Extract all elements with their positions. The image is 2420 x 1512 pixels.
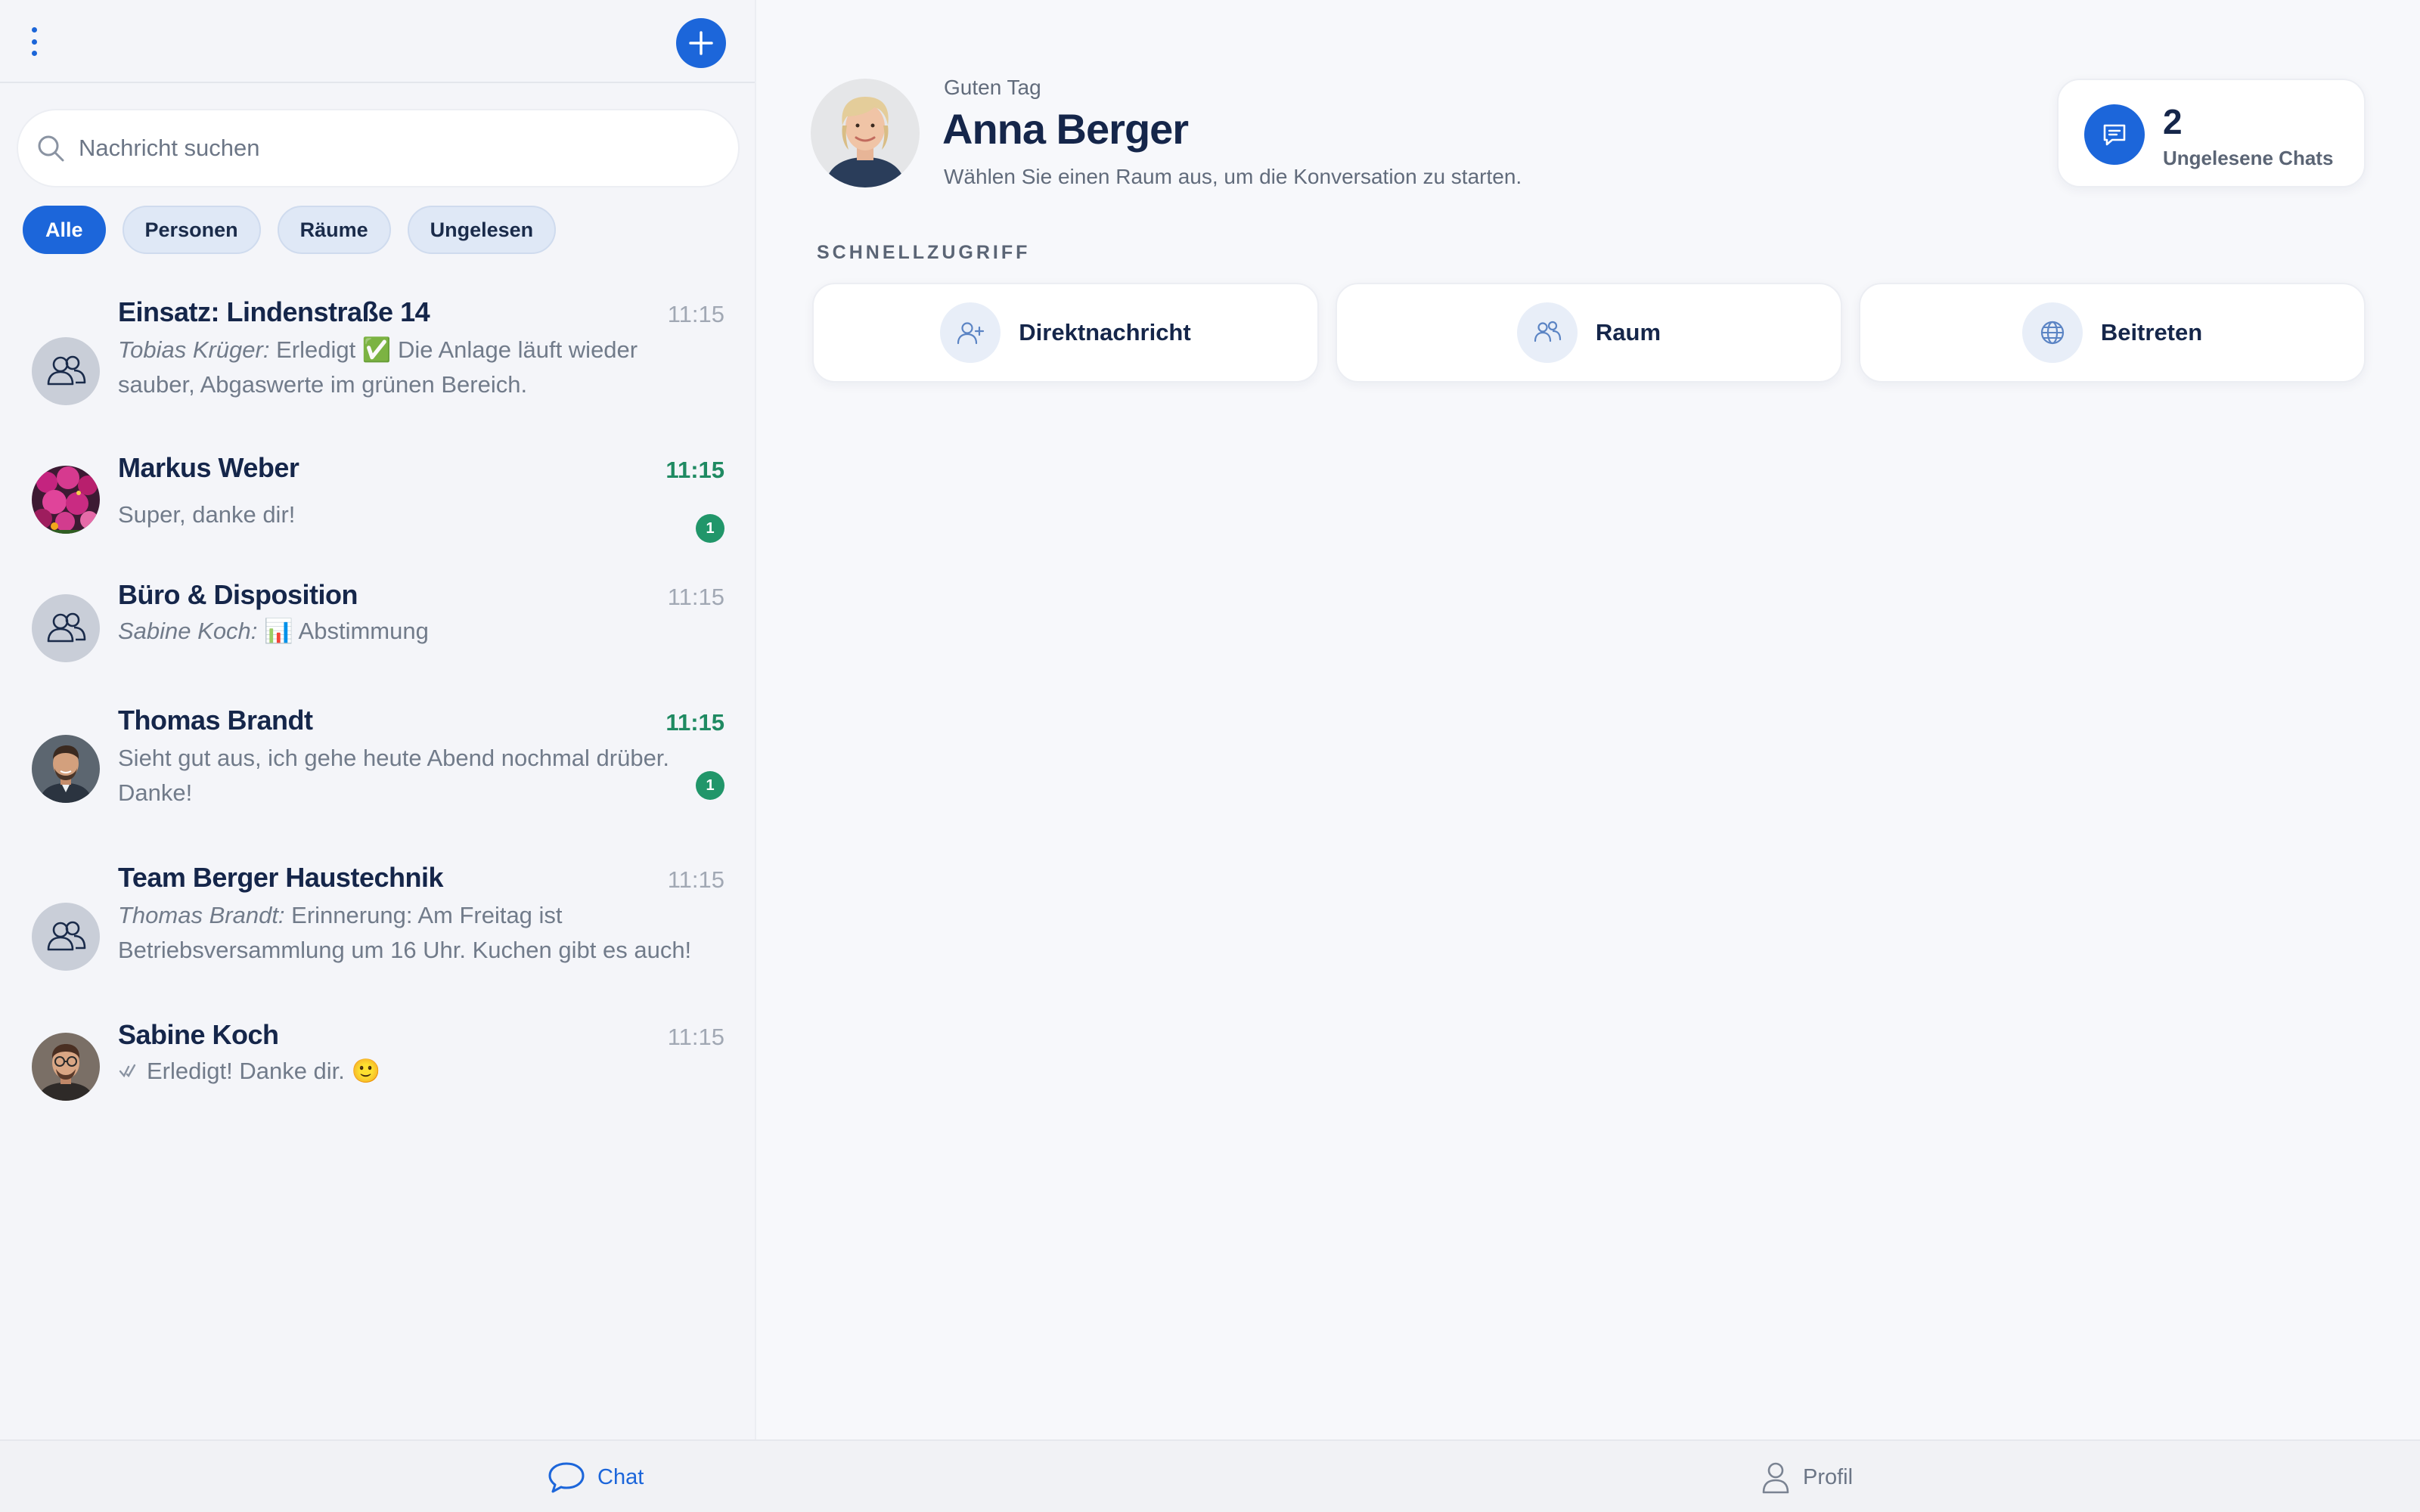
nav-profile[interactable]: Profil (1759, 1441, 1853, 1512)
chat-item[interactable]: Sabine Koch 11:15 Erledigt! Danke dir. 🙂 (0, 1019, 756, 1125)
chat-time: 11:15 (667, 301, 724, 327)
chat-item[interactable]: Büro & Disposition 11:15 Sabine Koch: 📊 … (0, 579, 756, 680)
chat-bubble-icon (2084, 104, 2145, 165)
chat-item[interactable]: Markus Weber 11:15 Super, danke dir! 1 (0, 452, 756, 565)
search-bar (17, 109, 740, 187)
group-avatar (32, 594, 100, 662)
sabine-avatar (32, 1033, 100, 1101)
filter-people[interactable]: Personen (122, 206, 261, 254)
chat-time: 11:15 (667, 1024, 724, 1050)
preview-text: 📊 Abstimmung (257, 618, 429, 644)
group-icon (47, 612, 86, 643)
filter-unread[interactable]: Ungelesen (407, 206, 557, 254)
welcome-subtitle: Wählen Sie einen Raum aus, um die Konver… (944, 165, 1522, 188)
main-panel: Guten Tag Anna Berger Wählen Sie einen R… (756, 0, 2420, 1439)
chat-item[interactable]: Einsatz: Lindenstraße 14 11:15 Tobias Kr… (0, 293, 756, 437)
chat-preview: Thomas Brandt: Erinnerung: Am Freitag is… (118, 898, 693, 968)
chat-preview: Erledigt! Danke dir. 🙂 (118, 1054, 693, 1089)
quick-action-label: Direktnachricht (1019, 319, 1191, 345)
unread-badge: 1 (696, 771, 724, 800)
quick-action-label: Beitreten (2100, 319, 2203, 345)
chat-item[interactable]: Thomas Brandt 11:15 Sieht gut aus, ich g… (0, 705, 756, 848)
globe-icon (2021, 302, 2083, 363)
chat-name: Team Berger Haustechnik (118, 862, 444, 893)
chat-preview: Sabine Koch: 📊 Abstimmung (118, 614, 693, 649)
preview-sender: Tobias Krüger: (118, 336, 270, 363)
chat-time: 11:15 (666, 709, 724, 736)
nav-chat-label: Chat (597, 1464, 644, 1489)
preview-text: Erledigt! Danke dir. 🙂 (147, 1058, 381, 1084)
user-name: Anna Berger (942, 105, 1189, 153)
chat-name: Thomas Brandt (118, 705, 313, 736)
person-icon (1762, 1462, 1789, 1494)
chat-name: Markus Weber (118, 452, 299, 483)
new-chat-button[interactable] (676, 18, 726, 68)
man-photo-icon (32, 735, 100, 803)
filter-rooms[interactable]: Räume (277, 206, 391, 254)
group-avatar (32, 337, 100, 405)
people-icon (1516, 302, 1578, 363)
unread-count: 2 (2163, 102, 2183, 141)
sidebar-header (0, 0, 755, 83)
chat-name: Einsatz: Lindenstraße 14 (118, 296, 430, 327)
search-icon (38, 135, 64, 162)
nav-chat[interactable]: Chat (546, 1441, 644, 1512)
nav-profile-label: Profil (1803, 1464, 1854, 1489)
double-check-icon (119, 1064, 136, 1078)
man-glasses-photo-icon (32, 1033, 100, 1101)
group-icon (47, 355, 86, 386)
chat-icon (548, 1462, 585, 1493)
woman-photo-icon (811, 79, 920, 187)
thomas-avatar (32, 735, 100, 803)
plus-icon (689, 31, 713, 55)
chat-sidebar: Alle Personen Räume Ungelesen Einsatz: L… (0, 0, 756, 1439)
more-menu-icon[interactable] (23, 23, 45, 60)
person-add-icon (940, 302, 1001, 363)
chat-preview: Tobias Krüger: Erledigt ✅ Die Anlage läu… (118, 333, 693, 402)
greeting-text: Guten Tag (944, 76, 1041, 99)
preview-sender: Sabine Koch: (118, 618, 258, 644)
chat-time: 11:15 (667, 866, 724, 893)
user-avatar (811, 79, 920, 187)
chat-time: 11:15 (666, 457, 724, 483)
quick-action-label: Raum (1595, 319, 1661, 345)
chat-preview: Super, danke dir! (118, 501, 296, 528)
unread-chats-card[interactable]: 2 Ungelesene Chats (2057, 79, 2366, 187)
bottom-navigation: Chat Profil (0, 1439, 2420, 1512)
chat-preview: Sieht gut aus, ich gehe heute Abend noch… (118, 745, 670, 806)
chat-name: Sabine Koch (118, 1019, 279, 1050)
group-avatar (32, 903, 100, 971)
filter-all[interactable]: Alle (23, 206, 106, 254)
chat-name: Büro & Disposition (118, 579, 358, 610)
room-button[interactable]: Raum (1336, 283, 1842, 383)
filter-chips: Alle Personen Räume Ungelesen (23, 206, 557, 254)
flowers-photo-icon (32, 466, 100, 534)
chat-time: 11:15 (667, 584, 724, 610)
group-icon (47, 921, 86, 951)
search-input[interactable] (79, 135, 699, 162)
flowers-avatar (32, 466, 100, 534)
chat-item[interactable]: Team Berger Haustechnik 11:15 Thomas Bra… (0, 862, 756, 1005)
preview-sender: Thomas Brandt: (118, 902, 285, 928)
direct-message-button[interactable]: Direktnachricht (812, 283, 1319, 383)
quick-access-title: SCHNELLZUGRIFF (817, 242, 1031, 263)
unread-label: Ungelesene Chats (2163, 147, 2334, 169)
join-button[interactable]: Beitreten (1859, 283, 2366, 383)
unread-badge: 1 (696, 514, 724, 543)
